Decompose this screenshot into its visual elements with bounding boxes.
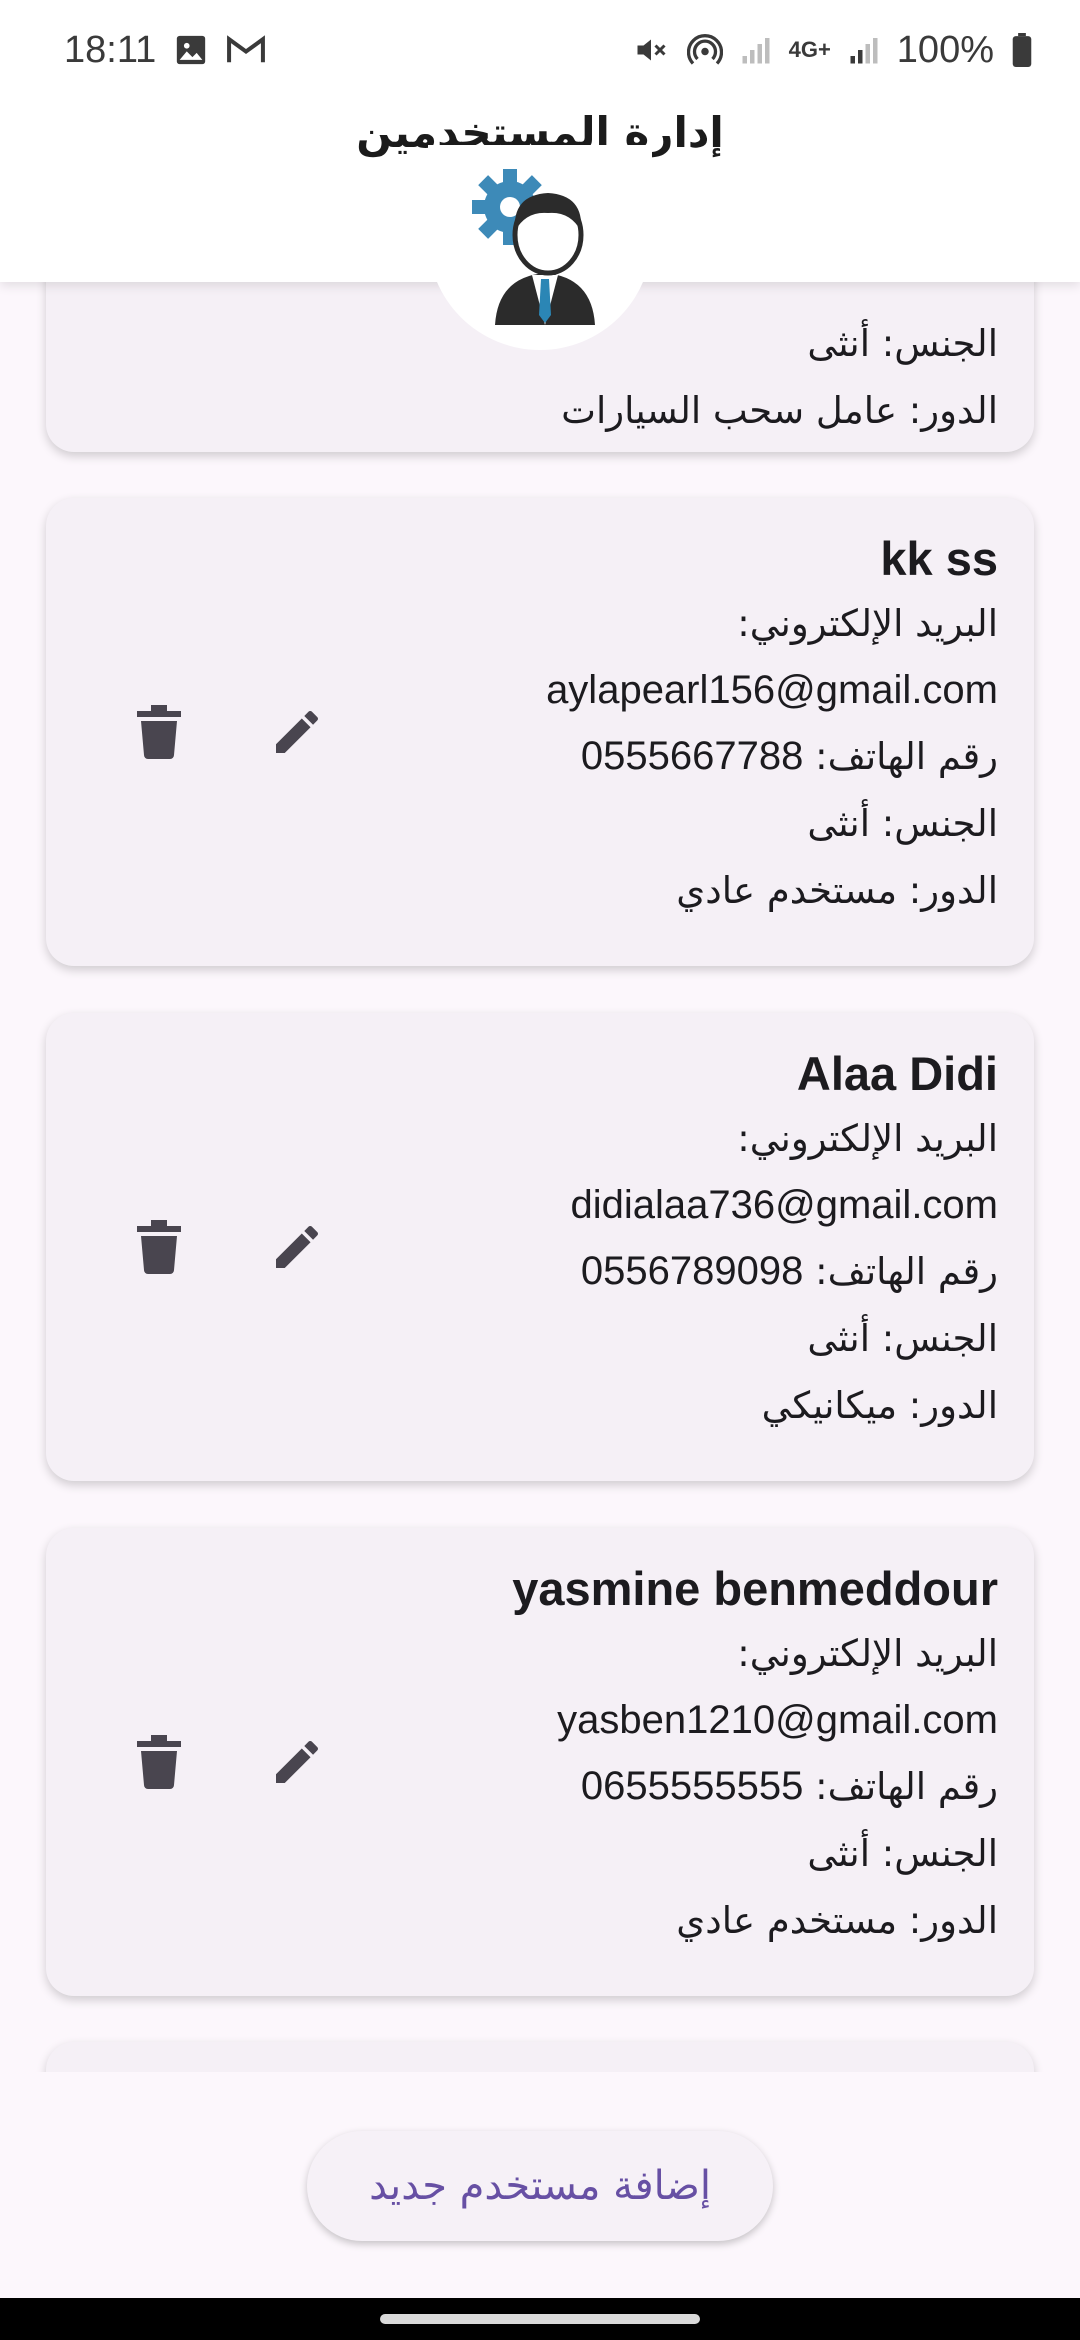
phone-value: 0556789098 [580, 1249, 804, 1293]
signal-icon [741, 34, 771, 66]
user-card: Alaa Didi البريد الإلكتروني: didialaa736… [46, 1013, 1034, 1481]
user-card-text: yasmine benmeddour البريد الإلكتروني: ya… [358, 1558, 998, 1954]
edit-button[interactable] [254, 1204, 340, 1290]
user-gender: الجنس: أنثى [807, 322, 998, 365]
user-list[interactable]: الجنس: أنثى الدور: عامل سحب السيارات kk … [0, 282, 1080, 2072]
pencil-icon [276, 710, 319, 753]
user-card-text: Alaa Didi البريد الإلكتروني: didialaa736… [358, 1043, 999, 1439]
network-type: 4G+ [788, 37, 831, 62]
email-label: البريد الإلكتروني: [737, 602, 998, 645]
status-time: 18:11 [64, 28, 157, 71]
battery-icon [1012, 33, 1032, 67]
edit-button[interactable] [254, 1719, 340, 1805]
user-card: kk ss البريد الإلكتروني: aylapearl156@gm… [46, 498, 1034, 966]
email-label: البريد الإلكتروني: [737, 1117, 998, 1160]
phone-label: رقم الهاتف: [815, 735, 998, 778]
edit-button[interactable] [254, 689, 340, 775]
delete-button[interactable] [116, 1719, 202, 1805]
gallery-icon [174, 33, 208, 67]
battery-text: 100% [896, 28, 994, 71]
mute-icon [633, 32, 669, 68]
pencil-icon [276, 1740, 319, 1783]
hotspot-icon [686, 32, 723, 68]
trash-icon [137, 705, 181, 759]
user-card [46, 2042, 1034, 2072]
card-actions [116, 1013, 340, 1481]
user-role: الدور: عامل سحب السيارات [561, 389, 998, 432]
user-gender: الجنس: أنثى [807, 1317, 998, 1360]
add-user-button[interactable]: إضافة مستخدم جديد [307, 2131, 773, 2241]
email-label: البريد الإلكتروني: [737, 1632, 998, 1675]
trash-icon [137, 1220, 181, 1274]
user-role: الدور: مستخدم عادي [676, 1899, 998, 1942]
signal-icon [849, 34, 879, 66]
user-role: الدور: ميكانيكي [761, 1384, 998, 1427]
user-phone: رقم الهاتف: 0655555555 [358, 1753, 998, 1820]
user-email: aylapearl156@gmail.com [546, 668, 998, 712]
phone-value: 0555667788 [580, 734, 804, 778]
delete-button[interactable] [116, 1204, 202, 1290]
status-right: 4G+ 100% [633, 29, 1032, 72]
phone-label: رقم الهاتف: [815, 1250, 998, 1293]
delete-button[interactable] [116, 689, 202, 775]
system-nav-bar [0, 2298, 1080, 2340]
trash-icon [137, 1735, 181, 1789]
phone-value: 0655555555 [580, 1764, 804, 1808]
user-name: kk ss [880, 532, 998, 585]
user-email: yasben1210@gmail.com [557, 1698, 998, 1742]
user-gender: الجنس: أنثى [807, 802, 998, 845]
card-actions [116, 498, 340, 966]
status-bar: 18:11 4G+ 100% [0, 0, 1080, 100]
gmail-icon [226, 34, 266, 66]
home-handle[interactable] [380, 2314, 700, 2324]
user-settings-icon [470, 165, 620, 330]
phone-label: رقم الهاتف: [815, 1765, 998, 1808]
pencil-icon [276, 1225, 319, 1268]
user-role: الدور: مستخدم عادي [676, 869, 998, 912]
user-email: didialaa736@gmail.com [570, 1183, 999, 1227]
user-card-text: الجنس: أنثى الدور: عامل سحب السيارات [358, 310, 998, 444]
user-name: yasmine benmeddour [512, 1562, 998, 1615]
card-actions [116, 1528, 340, 1996]
user-gender: الجنس: أنثى [807, 1832, 998, 1875]
status-left: 18:11 [64, 29, 266, 72]
user-card: yasmine benmeddour البريد الإلكتروني: ya… [46, 1528, 1034, 1996]
user-phone: رقم الهاتف: 0556789098 [358, 1238, 998, 1305]
user-phone: رقم الهاتف: 0555667788 [358, 723, 998, 790]
user-card-text: kk ss البريد الإلكتروني: aylapearl156@gm… [358, 528, 998, 924]
user-name: Alaa Didi [796, 1047, 998, 1100]
